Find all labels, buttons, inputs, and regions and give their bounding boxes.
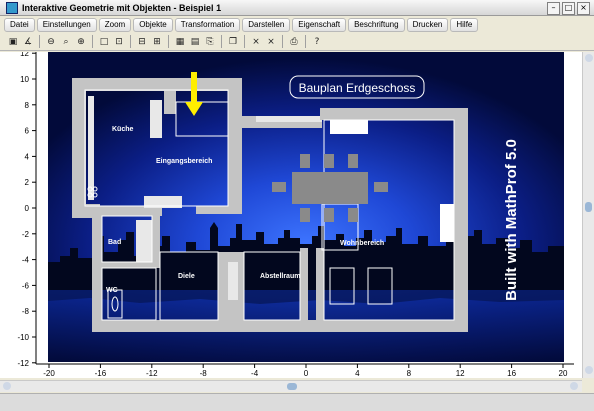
- x-tick-label: -12: [146, 369, 158, 378]
- y-tick-label: -12: [17, 359, 29, 368]
- room-label-eingang: Eingangsbereich: [156, 158, 212, 165]
- toolbar: ▣ ∡ ⊖ ⌕ ⊕ □ ⊡ ⊟ ⊞ ▦ ▤ ⎘ ❐ ⨯ ⨯ ⎙?: [0, 33, 594, 51]
- room-label-diele: Diele: [178, 273, 195, 280]
- y-tick-label: 0: [25, 204, 30, 213]
- y-tick-label: -10: [17, 333, 29, 342]
- zoom-out-icon[interactable]: ⊖: [44, 35, 58, 49]
- toolbar-separator: [244, 35, 245, 48]
- y-tick-label: -4: [22, 256, 30, 265]
- cross-icon[interactable]: ⨯: [249, 35, 263, 49]
- horizontal-scrollbar[interactable]: [0, 380, 582, 392]
- y-tick-label: 12: [20, 52, 29, 58]
- y-tick-label: 10: [20, 75, 29, 84]
- room-label-bad: Bad: [108, 239, 121, 246]
- plot-area[interactable]: -20 -16 -12 -8 -4 0 4 8 12 16 20 12 10 8 6 4 2 0 -2 -4 -6 -8-…: [0, 49, 594, 378]
- window-controls: – □ ×: [547, 2, 590, 15]
- export-icon[interactable]: ⎘: [203, 35, 217, 49]
- fit-icon[interactable]: ⊡: [112, 35, 126, 49]
- y-tick-label: -2: [22, 230, 30, 239]
- calculator-icon[interactable]: ▤: [188, 35, 202, 49]
- floor-plan-canvas[interactable]: -20 -16 -12 -8 -4 0 4 8 12 16 20121086420-2-4-6-8-…: [0, 49, 582, 378]
- frame-icon[interactable]: □: [97, 35, 111, 49]
- x-tick-label: -8: [200, 369, 208, 378]
- y-tick-label: -8: [22, 307, 30, 316]
- y-tick-label: 2: [25, 178, 30, 187]
- y-tick-label: -6: [22, 281, 30, 290]
- x-tick-label: -16: [95, 369, 107, 378]
- watermark-text: Built with MathProf 5.0: [503, 139, 520, 301]
- room-label-wc: WC: [106, 287, 118, 294]
- menu-item-transformation[interactable]: Transformation: [174, 17, 241, 32]
- x-tick-label: 16: [507, 369, 516, 378]
- title-bar: Interaktive Geometrie mit Objekten - Bei…: [0, 0, 594, 16]
- x-tick-label: -4: [251, 369, 259, 378]
- maximize-button[interactable]: □: [562, 2, 575, 15]
- horizontal-scroll-thumb[interactable]: [287, 383, 297, 390]
- vertical-scrollbar[interactable]: [582, 52, 594, 378]
- copy-icon[interactable]: ❐: [226, 35, 240, 49]
- y-tick-label: 4: [25, 152, 30, 161]
- zoom-in-icon[interactable]: ⊕: [74, 35, 88, 49]
- toolbar-separator: [282, 35, 283, 48]
- expand-icon[interactable]: ⊞: [150, 35, 164, 49]
- printer-icon[interactable]: ⎙: [287, 35, 301, 49]
- x-tick-label: 12: [456, 369, 465, 378]
- scroll-down-icon[interactable]: [585, 366, 593, 374]
- shrink-icon[interactable]: ⊟: [135, 35, 149, 49]
- status-bar: [0, 393, 594, 411]
- menu-item-beschriftung[interactable]: Beschriftung: [348, 17, 405, 32]
- angle-icon[interactable]: ∡: [21, 35, 35, 49]
- menu-bar: Datei Einstellungen Zoom Objekte Transformat…: [0, 17, 594, 32]
- x-tick-label: 20: [559, 369, 568, 378]
- toolbar-separator: [168, 35, 169, 48]
- scroll-right-icon[interactable]: [570, 382, 578, 390]
- menu-item-datei[interactable]: Datei: [4, 17, 35, 32]
- help-icon[interactable]: ?: [310, 35, 324, 49]
- toolbar-separator: [92, 35, 93, 48]
- x-tick-label: -20: [43, 369, 55, 378]
- toolbar-separator: [130, 35, 131, 48]
- toolbar-separator: [305, 35, 306, 48]
- menu-item-darstellen[interactable]: Darstellen: [242, 17, 291, 32]
- menu-item-objekte[interactable]: Objekte: [133, 17, 173, 32]
- scroll-up-icon[interactable]: [585, 54, 593, 62]
- room-label-kueche: Küche: [112, 126, 134, 133]
- toolbar-separator: [221, 35, 222, 48]
- toolbar-separator: [39, 35, 40, 48]
- print-icon[interactable]: ▣: [6, 35, 20, 49]
- menu-item-einstellungen[interactable]: Einstellungen: [36, 17, 97, 32]
- room-label-abstellraum: Abstellraum: [260, 273, 300, 280]
- x-tick-label: 8: [407, 369, 412, 378]
- scroll-left-icon[interactable]: [3, 382, 11, 390]
- x-tick-label: 4: [355, 369, 360, 378]
- cross-alt-icon[interactable]: ⨯: [264, 35, 278, 49]
- window-title: Interaktive Geometrie mit Objekten - Bei…: [22, 2, 222, 13]
- menu-item-drucken[interactable]: Drucken: [406, 17, 449, 32]
- plan-title: Bauplan Erdgeschoss: [299, 81, 416, 95]
- room-label-wohnbereich: Wohnbereich: [340, 240, 384, 247]
- menu-item-hilfe[interactable]: Hilfe: [450, 17, 479, 32]
- minimize-button[interactable]: –: [547, 2, 560, 15]
- close-button[interactable]: ×: [577, 2, 590, 15]
- vertical-scroll-thumb[interactable]: [585, 202, 592, 212]
- y-tick-label: 8: [25, 101, 30, 110]
- menu-item-eigenschaft[interactable]: Eigenschaft: [292, 17, 347, 32]
- menu-item-zoom[interactable]: Zoom: [98, 17, 132, 32]
- y-tick-label: 6: [25, 127, 30, 136]
- x-tick-label: 0: [304, 369, 309, 378]
- zoom-icon[interactable]: ⌕: [59, 35, 73, 49]
- app-icon: [6, 1, 18, 14]
- table-icon[interactable]: ▦: [173, 35, 187, 49]
